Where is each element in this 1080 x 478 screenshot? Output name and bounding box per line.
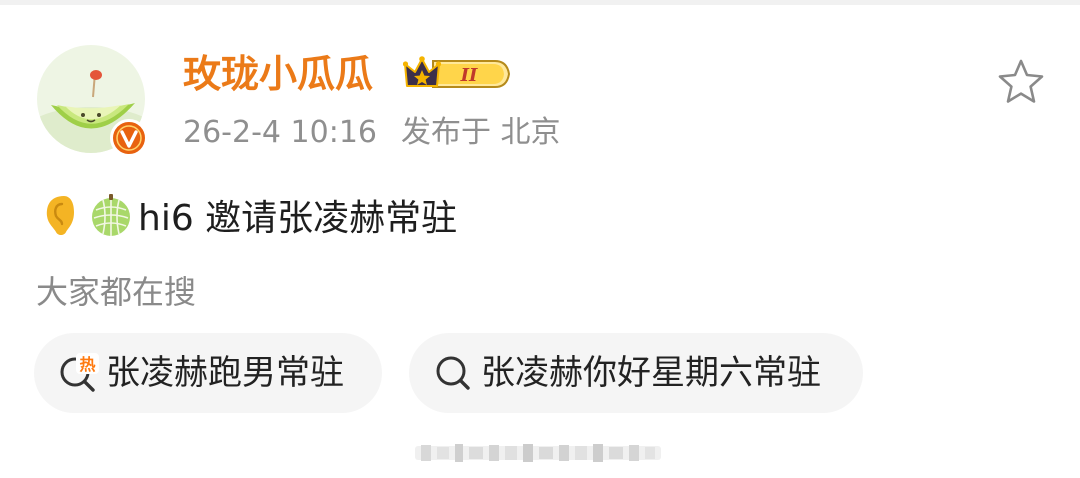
ear-emoji-icon (46, 196, 74, 235)
watermark-image (415, 444, 661, 462)
trending-label: 大家都在搜 (36, 273, 197, 311)
trending-chip-2[interactable]: 张凌赫你好星期六常驻 (409, 333, 863, 413)
svg-text:热: 热 (79, 355, 95, 374)
author-name[interactable]: 玫珑小瓜瓜 (183, 50, 373, 98)
author-avatar[interactable] (37, 45, 148, 157)
post-meta: 26-2-4 10:16 发布于 北京 (183, 113, 561, 153)
trending-chip-1-label: 张凌赫跑男常驻 (106, 353, 344, 393)
post-content: hi6 邀请张凌赫常驻 (38, 190, 457, 240)
vip-level-text: II (460, 65, 478, 86)
verified-badge-icon (110, 119, 148, 157)
top-divider (0, 0, 1080, 5)
hot-search-icon: 热 (60, 353, 99, 392)
search-icon (436, 356, 470, 390)
post-date: 26-2-4 10:16 (183, 115, 377, 150)
post-location: 发布于 北京 (401, 115, 561, 150)
trending-chip-2-label: 张凌赫你好星期六常驻 (481, 353, 821, 393)
favorite-star-icon[interactable] (995, 56, 1047, 108)
post-text: hi6 邀请张凌赫常驻 (138, 198, 458, 239)
trending-chip-1[interactable]: 热 张凌赫跑男常驻 (34, 333, 382, 413)
melon-emoji-icon (92, 194, 130, 236)
vip-crown-badge-icon[interactable]: II (403, 54, 511, 94)
